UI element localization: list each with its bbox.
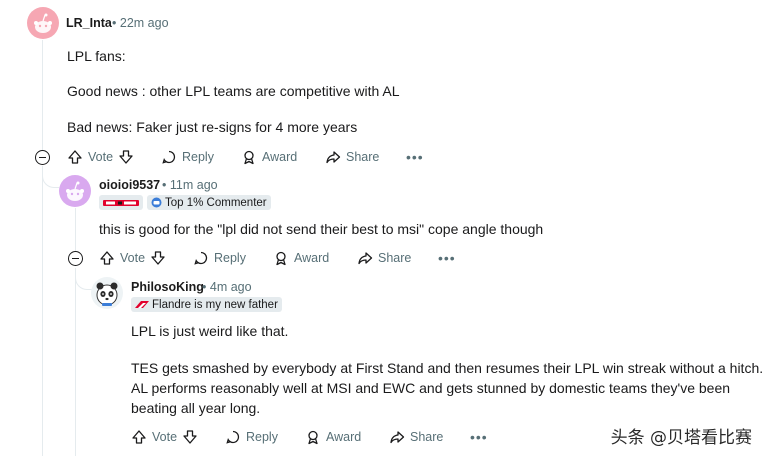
share-icon xyxy=(358,252,373,265)
meta-separator: • xyxy=(112,16,117,30)
comment-body-line: AL performs reasonably well at MSI and E… xyxy=(131,380,731,396)
comment-meta: • 4m ago xyxy=(202,280,252,294)
comment-time[interactable]: 4m ago xyxy=(210,280,252,294)
upvote-icon[interactable] xyxy=(99,250,115,266)
vote-label: Vote xyxy=(88,150,114,164)
watermark: 头条 @贝塔看比赛 xyxy=(610,428,752,448)
share-icon xyxy=(326,151,341,164)
thread-line xyxy=(42,166,43,456)
collapse-button[interactable] xyxy=(35,150,50,165)
downvote-icon[interactable] xyxy=(150,250,166,266)
avatar[interactable] xyxy=(27,7,59,39)
vote-label: Vote xyxy=(152,430,178,444)
reply-icon xyxy=(162,150,176,164)
share-label: Share xyxy=(346,150,380,164)
reply-label: Reply xyxy=(246,430,278,444)
vote-group: Vote xyxy=(99,250,166,266)
user-flair: Flandre is my new father xyxy=(131,297,282,312)
more-options-icon[interactable]: ••• xyxy=(438,250,456,266)
comment-meta: • 11m ago xyxy=(162,178,218,192)
comment-time[interactable]: 11m ago xyxy=(170,178,218,192)
upvote-icon[interactable] xyxy=(131,429,147,445)
award-button[interactable]: Award xyxy=(241,149,297,165)
downvote-icon[interactable] xyxy=(118,149,134,165)
share-label: Share xyxy=(410,430,444,444)
share-button[interactable]: Share xyxy=(389,429,443,445)
comment-meta: • 22m ago xyxy=(112,16,169,30)
award-label: Award xyxy=(262,150,298,164)
collapse-button[interactable] xyxy=(68,251,83,266)
vote-group: Vote xyxy=(131,429,198,445)
award-button[interactable]: Award xyxy=(273,250,329,266)
thread-branch xyxy=(75,268,92,290)
share-icon xyxy=(390,431,405,444)
comment-body-line: TES gets smashed by everybody at First S… xyxy=(131,360,762,376)
avatar[interactable] xyxy=(59,175,91,207)
more-options-icon[interactable]: ••• xyxy=(406,149,424,165)
team-flair xyxy=(99,195,143,210)
comment-username[interactable]: LR_Inta xyxy=(66,16,112,30)
thread-line xyxy=(75,268,76,456)
upvote-icon[interactable] xyxy=(67,149,83,165)
reply-icon xyxy=(226,430,240,444)
share-label: Share xyxy=(378,251,412,265)
downvote-icon[interactable] xyxy=(182,429,198,445)
reply-button[interactable]: Reply xyxy=(225,429,278,445)
comment-time[interactable]: 22m ago xyxy=(120,16,169,30)
award-icon xyxy=(276,251,286,266)
comment-username[interactable]: oioioi9537 xyxy=(99,178,160,192)
comment-body-line: LPL is just weird like that. xyxy=(131,323,289,339)
award-label: Award xyxy=(294,251,330,265)
thread-line xyxy=(42,40,43,150)
share-button[interactable]: Share xyxy=(325,149,379,165)
reply-label: Reply xyxy=(214,251,246,265)
reply-button[interactable]: Reply xyxy=(193,250,246,266)
top-commenter-icon xyxy=(151,197,162,208)
t1-logo-icon xyxy=(103,199,139,206)
reply-label: Reply xyxy=(182,150,214,164)
reddit-avatar-icon xyxy=(66,181,84,201)
panda-avatar-icon xyxy=(96,282,118,306)
award-icon xyxy=(244,150,254,165)
flair-text: Top 1% Commenter xyxy=(165,196,267,209)
award-icon xyxy=(308,430,318,445)
vote-label: Vote xyxy=(120,251,146,265)
avatar[interactable] xyxy=(91,277,123,309)
comment-body-line: Good news : other LPL teams are competit… xyxy=(67,83,400,99)
meta-separator: • xyxy=(202,280,207,294)
reply-icon xyxy=(194,251,208,265)
reply-button[interactable]: Reply xyxy=(161,149,214,165)
commenter-flair: Top 1% Commenter xyxy=(147,195,271,210)
meta-separator: • xyxy=(162,178,167,192)
thread-line xyxy=(75,208,76,252)
comment-body-line: beating all year long. xyxy=(131,400,261,416)
comment-username[interactable]: PhilosoKing xyxy=(131,280,204,294)
flair-text: Flandre is my new father xyxy=(152,298,278,311)
thread-branch xyxy=(42,166,59,188)
vote-group: Vote xyxy=(67,149,134,165)
reddit-avatar-icon xyxy=(34,13,52,33)
team-logo-icon xyxy=(135,300,149,308)
award-label: Award xyxy=(326,430,362,444)
award-button[interactable]: Award xyxy=(305,429,361,445)
comment-body-line: Bad news: Faker just re-signs for 4 more… xyxy=(67,119,358,135)
share-button[interactable]: Share xyxy=(357,250,411,266)
comment-body-line: this is good for the "lpl did not send t… xyxy=(99,221,544,237)
comment-body-line: LPL fans: xyxy=(67,48,126,64)
more-options-icon[interactable]: ••• xyxy=(470,429,488,445)
